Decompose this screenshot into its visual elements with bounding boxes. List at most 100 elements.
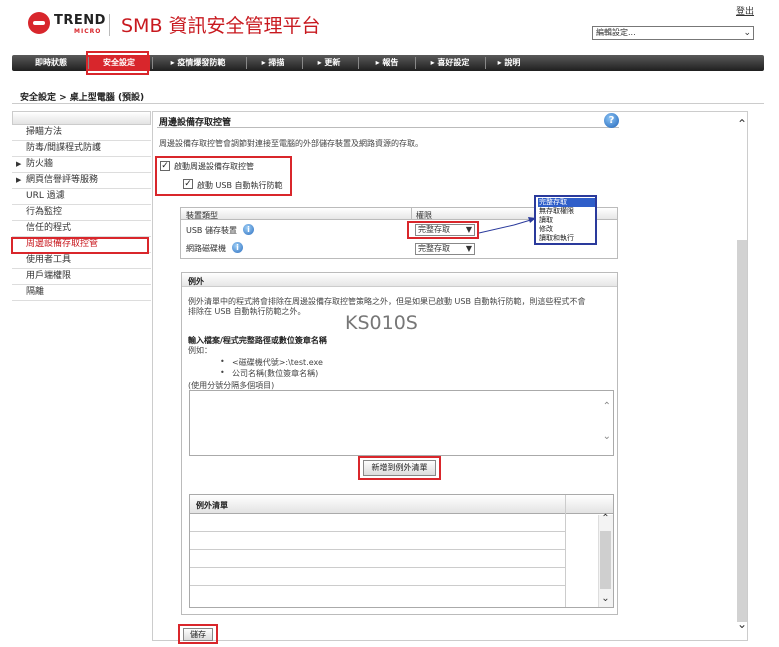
nav-divider — [152, 57, 153, 69]
enable-device-control-label: 啟動周邊設備存取控管 — [174, 162, 254, 171]
nav-active-callout — [86, 51, 149, 75]
nav-divider — [302, 57, 303, 69]
enable-usb-autorun-checkbox[interactable]: ✓ — [183, 179, 193, 189]
sidebar-item-label: 掃瞄方法 — [26, 127, 63, 137]
nav-divider — [246, 57, 247, 69]
network-permission-select[interactable]: 完整存取 ▼ — [415, 243, 475, 255]
enable-device-control-checkbox[interactable]: ✓ — [160, 161, 170, 171]
page-description: 周邊設備存取控管會調節對連接至電腦的外部儲存裝置及網路資源的存取。 — [159, 139, 423, 148]
scroll-up-icon[interactable]: ⌃ — [598, 513, 613, 525]
scroll-down-icon[interactable]: ⌄ — [603, 431, 611, 442]
header-divider — [109, 14, 110, 36]
list-scrollbar-thumb[interactable] — [600, 531, 611, 589]
column-device-type: 裝置類型 — [186, 211, 218, 220]
scroll-down-icon[interactable]: ⌄ — [598, 593, 613, 605]
info-icon[interactable]: i — [243, 224, 254, 235]
sidebar-item-label: 防毒/間諜程式防護 — [26, 143, 102, 153]
sidebar-item-label: 防火牆 — [26, 159, 54, 169]
sidebar-item-label: 網頁信譽評等服務 — [26, 175, 99, 185]
bullet-icon: • — [220, 368, 225, 377]
edit-settings-select[interactable]: 編輯設定... ⌄ — [592, 26, 754, 40]
enable-usb-autorun-label: 啟動 USB 自動執行防範 — [197, 181, 283, 190]
sidebar-item-label: 用戶端權限 — [26, 271, 72, 281]
add-to-exception-list-button[interactable]: 新增到例外清單 — [363, 460, 436, 476]
title-divider — [157, 127, 619, 128]
sidebar-item-trusted-programs[interactable]: 信任的程式 — [12, 221, 151, 237]
save-button[interactable]: 儲存 — [183, 628, 213, 641]
sidebar-item-label: URL 過濾 — [26, 191, 65, 201]
sidebar-item-label: 使用者工具 — [26, 255, 72, 265]
device-usb-storage: USB 儲存裝置 — [186, 226, 237, 235]
chevron-down-icon: ⌄ — [743, 28, 751, 38]
logo-subtext: MICRO — [74, 28, 102, 35]
sidebar-item-label: 信任的程式 — [26, 223, 72, 233]
example-label: 例如： — [188, 346, 212, 355]
sidebar-active-callout — [11, 237, 149, 254]
option-modify[interactable]: 修改 — [538, 225, 595, 234]
sidebar-item-firewall[interactable]: ▶ 防火牆 — [12, 157, 151, 173]
sidebar-item-quarantine[interactable]: 隔離 — [12, 285, 151, 301]
column-divider — [411, 208, 412, 220]
exceptions-description-2: 排除在 USB 自動執行防範之外。 — [188, 307, 306, 316]
logo-text: TREND — [54, 13, 106, 28]
sidebar-item-scan-method[interactable]: 掃瞄方法 — [12, 125, 151, 141]
scroll-down-icon[interactable]: ⌄ — [735, 617, 749, 631]
table-row — [190, 532, 565, 550]
edit-settings-value: 編輯設定... — [596, 28, 636, 37]
watermark: KS010S — [345, 312, 418, 334]
page-scrollbar[interactable]: ⌃ ⌄ — [735, 115, 749, 635]
nav-item-realtime-status[interactable]: 即時狀態 — [16, 55, 86, 71]
exceptions-title: 例外 — [188, 277, 204, 286]
table-row — [190, 514, 565, 532]
column-divider — [565, 495, 566, 607]
device-network-drive: 網路磁碟機 — [186, 244, 226, 253]
network-permission-value: 完整存取 — [418, 244, 450, 253]
exception-input-textarea[interactable]: ⌃ ⌄ — [189, 390, 614, 456]
expand-arrow-icon: ▶ — [16, 160, 22, 168]
bullet-icon: • — [220, 357, 225, 366]
breadcrumb-divider — [12, 103, 764, 104]
table-row — [190, 550, 565, 568]
nav-item-outbreak-defense[interactable]: ▸ 疫情爆發防範 — [154, 55, 242, 71]
nav-item-reports[interactable]: ▸ 報告 — [360, 55, 414, 71]
scroll-up-icon[interactable]: ⌃ — [735, 117, 749, 131]
logout-link[interactable]: 登出 — [736, 4, 754, 17]
example-signature: 公司名稱(數位簽章名稱) — [232, 369, 319, 378]
table-row — [190, 568, 565, 586]
nav-item-update[interactable]: ▸ 更新 — [304, 55, 354, 71]
sidebar-item-url-filter[interactable]: URL 過濾 — [12, 189, 151, 205]
nav-divider — [358, 57, 359, 69]
app-title: SMB 資訊安全管理平台 — [121, 15, 321, 37]
sidebar-item-web-reputation[interactable]: ▶ 網頁信譽評等服務 — [12, 173, 151, 189]
table-header — [190, 495, 613, 514]
scroll-up-icon[interactable]: ⌃ — [603, 401, 611, 412]
sidebar-header — [12, 111, 151, 125]
sidebar-item-user-tools[interactable]: 使用者工具 — [12, 253, 151, 269]
page-scrollbar-thumb[interactable] — [737, 240, 747, 622]
permission-dropdown-list: 完整存取 無存取權限 讀取 修改 讀取和執行 — [534, 195, 597, 245]
info-icon[interactable]: i — [232, 242, 243, 253]
sidebar-item-client-privileges[interactable]: 用戶端權限 — [12, 269, 151, 285]
option-no-access[interactable]: 無存取權限 — [538, 207, 595, 216]
sidebar-item-behavior-monitor[interactable]: 行為監控 — [12, 205, 151, 221]
permission-callout — [407, 221, 479, 239]
breadcrumb: 安全設定 > 桌上型電腦 (預設) — [20, 93, 145, 103]
sidebar: 掃瞄方法 防毒/間諜程式防護 ▶ 防火牆 ▶ 網頁信譽評等服務 URL 過濾 行為監… — [12, 111, 151, 301]
example-path: <磁碟機代號>:\test.exe — [232, 358, 323, 367]
trend-micro-logo: TREND MICRO — [28, 10, 108, 38]
help-icon[interactable]: ? — [604, 113, 619, 128]
exceptions-header — [182, 273, 617, 287]
chevron-down-icon: ▼ — [465, 244, 472, 253]
sidebar-item-label: 隔離 — [26, 287, 45, 297]
exception-list-title: 例外清單 — [196, 501, 228, 510]
column-permission: 權限 — [416, 211, 432, 220]
option-full-access[interactable]: 完整存取 — [538, 198, 595, 207]
sidebar-item-antivirus[interactable]: 防毒/間諜程式防護 — [12, 141, 151, 157]
nav-item-help[interactable]: ▸ 說明 — [487, 55, 531, 71]
option-read[interactable]: 讀取 — [538, 216, 595, 225]
nav-item-scan[interactable]: ▸ 掃描 — [248, 55, 298, 71]
nav-item-preferences[interactable]: ▸ 喜好設定 — [417, 55, 483, 71]
expand-arrow-icon: ▶ — [16, 176, 22, 184]
option-read-execute[interactable]: 讀取和執行 — [538, 234, 595, 243]
nav-divider — [415, 57, 416, 69]
